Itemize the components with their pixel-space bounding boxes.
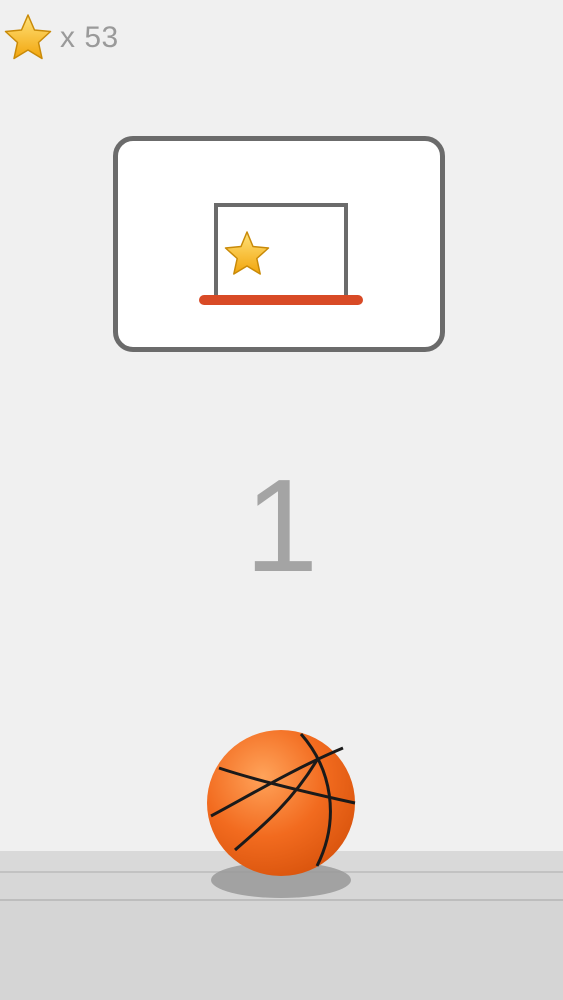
- hoop-rim: [199, 295, 363, 305]
- star-count: x 53: [60, 21, 119, 54]
- floor-base: [0, 901, 563, 1000]
- bonus-star-icon: [220, 230, 274, 285]
- star-counter: x 53: [2, 12, 119, 64]
- basketball-icon[interactable]: [205, 728, 357, 883]
- star-icon: [2, 12, 54, 64]
- score: 1: [244, 452, 319, 599]
